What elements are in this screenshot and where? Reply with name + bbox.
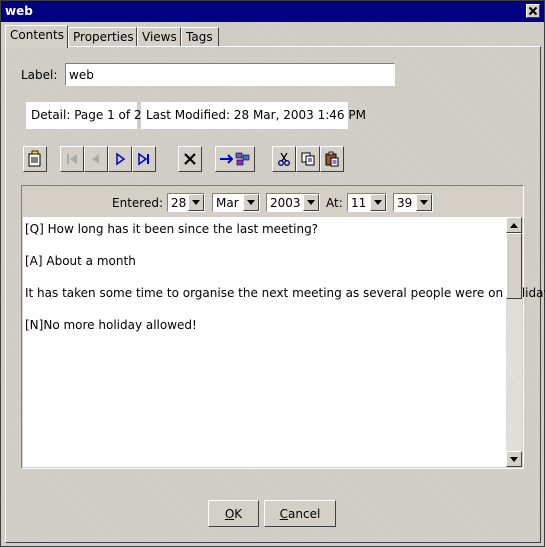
tab-tags-label: Tags bbox=[186, 30, 213, 44]
label-input[interactable] bbox=[65, 63, 395, 86]
detail-text: Detail: Page 1 of 2 bbox=[31, 108, 142, 122]
toolbar-clipboard-group bbox=[272, 146, 344, 173]
next-page-button[interactable] bbox=[108, 146, 132, 172]
text-line: [A] About a month bbox=[25, 254, 136, 268]
text-line: It has taken some time to organise the n… bbox=[25, 286, 545, 300]
previous-page-button[interactable] bbox=[84, 146, 108, 172]
delete-button[interactable] bbox=[178, 146, 202, 172]
scroll-down-button[interactable] bbox=[506, 451, 522, 467]
new-page-icon bbox=[28, 150, 41, 167]
tab-properties[interactable]: Properties bbox=[68, 27, 137, 47]
next-page-icon bbox=[116, 152, 126, 166]
scroll-up-button[interactable] bbox=[506, 217, 522, 233]
last-page-icon bbox=[138, 152, 149, 166]
paste-icon bbox=[325, 151, 339, 167]
label-field-label: Label: bbox=[21, 68, 58, 82]
chevron-down-icon bbox=[374, 200, 382, 205]
dialog-window: web Contents Properties Views Tags Label… bbox=[0, 0, 545, 547]
ok-label-rest: K bbox=[234, 506, 243, 521]
text-line: [Q] How long has it been since the last … bbox=[25, 222, 319, 236]
text-line: [N]No more holiday allowed! bbox=[25, 318, 197, 332]
paste-button[interactable] bbox=[320, 146, 344, 172]
chevron-down-icon bbox=[420, 200, 428, 205]
tab-contents[interactable]: Contents bbox=[5, 25, 68, 48]
entered-label: Entered: bbox=[112, 196, 163, 210]
first-page-button[interactable] bbox=[60, 146, 84, 172]
minute-dropdown-button[interactable] bbox=[416, 194, 432, 211]
previous-page-icon bbox=[92, 154, 99, 164]
close-button[interactable] bbox=[526, 4, 540, 18]
hour-value: 11 bbox=[351, 196, 367, 210]
title-bar: web bbox=[1, 1, 544, 22]
vertical-scrollbar[interactable] bbox=[506, 217, 522, 467]
last-page-button[interactable] bbox=[132, 146, 156, 172]
detail-box: Detail: Page 1 of 2 bbox=[26, 102, 142, 129]
year-dropdown-button[interactable] bbox=[303, 194, 319, 211]
day-value: 28 bbox=[171, 196, 187, 210]
year-select[interactable]: 2003 bbox=[266, 193, 320, 212]
at-label: At: bbox=[326, 196, 343, 210]
scroll-thumb[interactable] bbox=[506, 233, 522, 299]
toolbar-nav-group bbox=[60, 146, 156, 173]
move-to-button[interactable] bbox=[215, 146, 255, 172]
hour-dropdown-button[interactable] bbox=[370, 194, 386, 211]
cancel-button[interactable]: Cancel bbox=[264, 500, 336, 527]
last-modified-box: Last Modified: 28 Mar, 2003 1:46 PM bbox=[141, 102, 366, 129]
minute-select[interactable]: 39 bbox=[393, 193, 433, 212]
chevron-down-icon bbox=[192, 200, 200, 205]
tab-contents-label: Contents bbox=[10, 28, 64, 42]
first-page-icon bbox=[67, 154, 77, 164]
chevron-down-icon bbox=[307, 200, 315, 205]
delete-icon bbox=[184, 153, 196, 165]
year-value: 2003 bbox=[270, 196, 301, 210]
tab-properties-label: Properties bbox=[73, 30, 134, 44]
day-select[interactable]: 28 bbox=[167, 193, 205, 212]
chevron-down-icon bbox=[247, 200, 255, 205]
tab-tags[interactable]: Tags bbox=[181, 27, 219, 47]
last-modified-text: Last Modified: 28 Mar, 2003 1:46 PM bbox=[146, 108, 366, 122]
month-value: Mar bbox=[216, 196, 239, 210]
copy-icon bbox=[301, 152, 315, 166]
new-page-button[interactable] bbox=[23, 146, 47, 172]
month-dropdown-button[interactable] bbox=[243, 194, 259, 211]
entry-text-area[interactable]: [Q] How long has it been since the last … bbox=[23, 217, 545, 467]
minute-value: 39 bbox=[397, 196, 413, 210]
cancel-label-rest: ancel bbox=[288, 506, 321, 521]
cancel-mnemonic: C bbox=[279, 506, 289, 521]
month-select[interactable]: Mar bbox=[212, 193, 260, 212]
copy-button[interactable] bbox=[296, 146, 320, 172]
close-icon bbox=[528, 6, 538, 16]
hour-select[interactable]: 11 bbox=[347, 193, 387, 212]
toolbar-new-group bbox=[23, 146, 47, 173]
toolbar-delete-group bbox=[178, 146, 202, 173]
cut-button[interactable] bbox=[272, 146, 296, 172]
cut-icon bbox=[278, 152, 290, 166]
ok-mnemonic: O bbox=[224, 506, 235, 521]
toolbar-move-group bbox=[215, 146, 255, 173]
ok-button[interactable]: OK bbox=[208, 500, 259, 527]
day-dropdown-button[interactable] bbox=[188, 194, 204, 211]
tab-views-label: Views bbox=[142, 30, 177, 44]
chevron-up-icon bbox=[510, 222, 518, 228]
window-title: web bbox=[5, 4, 33, 18]
chevron-down-icon bbox=[510, 456, 518, 462]
move-to-icon bbox=[220, 152, 250, 166]
tab-views[interactable]: Views bbox=[137, 27, 181, 47]
